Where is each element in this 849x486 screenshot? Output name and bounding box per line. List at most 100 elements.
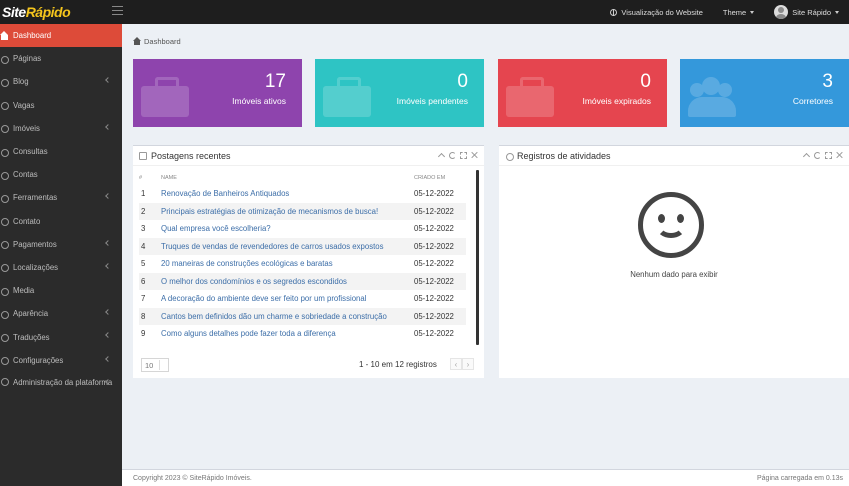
- per-page-select[interactable]: 10: [141, 358, 169, 372]
- sidebar-item-0[interactable]: Dashboard: [0, 24, 122, 48]
- prev-page-button[interactable]: ‹: [450, 358, 462, 370]
- chevron-left-icon: [105, 309, 111, 316]
- post-title-link[interactable]: Principais estratégias de otimização de …: [161, 207, 378, 216]
- sidebar-item-11[interactable]: Media: [0, 279, 122, 302]
- collapse-icon[interactable]: [438, 152, 445, 159]
- theme-dropdown[interactable]: Theme: [713, 0, 764, 24]
- gear-icon: [0, 356, 9, 366]
- sidebar-item-label: Ferramentas: [13, 193, 58, 203]
- brand-logo[interactable]: Site Rápido: [0, 0, 122, 24]
- stat-caption: Imóveis ativos: [232, 96, 286, 106]
- per-page-value: 10: [145, 360, 154, 370]
- post-title-link[interactable]: 20 maneiras de construções ecológicas e …: [161, 259, 333, 268]
- sidebar-item-4[interactable]: Imóveis: [0, 117, 122, 140]
- sidebar-item-8[interactable]: Contato: [0, 210, 122, 233]
- chevron-left-icon: [105, 332, 111, 339]
- column-header-name[interactable]: NAME: [161, 171, 414, 185]
- sidebar-item-label: Pagamentos: [13, 239, 57, 249]
- row-number: 6: [139, 272, 161, 290]
- page-info: 1 - 10 em 12 registros: [359, 360, 437, 369]
- post-title-link[interactable]: Cantos bem definidos dão um charme e sob…: [161, 312, 387, 321]
- sidebar-item-label: Imóveis: [13, 123, 40, 133]
- sidebar-item-5[interactable]: Consultas: [0, 140, 122, 163]
- sidebar-item-2[interactable]: Blog: [0, 70, 122, 93]
- collapse-icon[interactable]: [803, 152, 810, 159]
- brand-part-1: Site: [2, 4, 26, 20]
- sidebar-item-3[interactable]: Vagas: [0, 94, 122, 117]
- post-title-link[interactable]: Truques de vendas de revendedores de car…: [161, 242, 384, 251]
- globe-icon: [0, 263, 9, 273]
- panel-header: Postagens recentes: [133, 146, 484, 166]
- row-number: 2: [139, 202, 161, 220]
- stat-caption: Imóveis expirados: [582, 96, 651, 106]
- post-title-link[interactable]: Como alguns detalhes pode fazer toda a d…: [161, 329, 336, 338]
- sidebar-item-label: Traduções: [13, 332, 50, 342]
- table-row: 1 Renovação de Banheiros Antiquados 05-12-…: [139, 185, 466, 203]
- breadcrumb-current[interactable]: Dashboard: [144, 37, 181, 46]
- sidebar-item-14[interactable]: Configurações: [0, 349, 122, 372]
- sidebar-item-label: Configurações: [13, 355, 64, 365]
- post-date: 05-12-2022: [414, 307, 466, 325]
- spinner-icon: [159, 360, 167, 370]
- stat-value: 0: [640, 71, 651, 92]
- sidebar-item-10[interactable]: Localizações: [0, 256, 122, 279]
- close-icon[interactable]: [471, 152, 478, 159]
- breadcrumb: Dashboard: [133, 37, 181, 46]
- sidebar-toggle-icon[interactable]: [112, 6, 123, 15]
- user-menu[interactable]: Site Rápido: [764, 0, 849, 24]
- pagination: 10 1 - 10 em 12 registros ‹ ›: [141, 358, 476, 372]
- expand-icon[interactable]: [825, 152, 832, 159]
- refresh-icon[interactable]: [449, 152, 456, 159]
- recent-posts-panel: Postagens recentes # NAME CRIADO EM 1 Ren…: [133, 145, 484, 378]
- stat-expired-properties[interactable]: 0 Imóveis expirados: [498, 59, 667, 127]
- post-date: 05-12-2022: [414, 237, 466, 255]
- sidebar-item-label: Dashboard: [13, 31, 52, 41]
- panel-header: Registros de atividades: [499, 146, 849, 166]
- sidebar-item-6[interactable]: Contas: [0, 163, 122, 186]
- stat-pending-properties[interactable]: 0 Imóveis pendentes: [315, 59, 484, 127]
- table-row: 4 Truques de vendas de revendedores de ca…: [139, 237, 466, 255]
- stat-caption: Imóveis pendentes: [396, 96, 468, 106]
- table-scrollbar[interactable]: [476, 170, 479, 345]
- row-number: 8: [139, 307, 161, 325]
- chevron-left-icon: [105, 77, 111, 84]
- post-title-link[interactable]: A decoração do ambiente deve ser feito p…: [161, 294, 366, 303]
- smiley-icon: [638, 192, 704, 258]
- sidebar-item-12[interactable]: Aparência: [0, 302, 122, 325]
- row-number: 3: [141, 224, 146, 234]
- sidebar-item-1[interactable]: Páginas: [0, 47, 122, 70]
- column-header-number[interactable]: #: [139, 171, 161, 185]
- post-title-link[interactable]: O melhor dos condomínios e os segredos e…: [161, 277, 347, 286]
- close-icon[interactable]: [836, 152, 843, 159]
- view-website-link[interactable]: Visualização do Website: [600, 0, 712, 24]
- sidebar-item-7[interactable]: Ferramentas: [0, 186, 122, 209]
- expand-icon[interactable]: [460, 152, 467, 159]
- row-number: 5: [141, 259, 146, 269]
- sidebar-item-13[interactable]: Traduções: [0, 325, 122, 348]
- post-title-link[interactable]: Renovação de Banheiros Antiquados: [161, 189, 289, 198]
- post-date: 05-12-2022: [414, 259, 454, 269]
- wrench-icon: [0, 194, 9, 203]
- column-header-date[interactable]: CRIADO EM: [414, 171, 466, 185]
- home-icon: [0, 30, 9, 40]
- chevron-left-icon: [105, 239, 111, 246]
- post-date: 05-12-2022: [414, 294, 454, 304]
- post-title-link[interactable]: Qual empresa você escolheria?: [161, 224, 271, 233]
- sidebar-item-15[interactable]: Administração da plataforma: [0, 372, 122, 402]
- stat-agents[interactable]: 3 Corretores: [680, 59, 849, 127]
- stat-active-properties[interactable]: 17 Imóveis ativos: [133, 59, 302, 127]
- chevron-down-icon: [835, 10, 839, 14]
- posts-table: # NAME CRIADO EM 1 Renovação de Banheiros…: [139, 171, 466, 343]
- table-row: 2 Principais estratégias de otimização de…: [139, 202, 466, 220]
- next-page-button[interactable]: ›: [462, 358, 474, 370]
- sidebar-item-9[interactable]: Pagamentos: [0, 233, 122, 256]
- users-icon: [688, 77, 736, 117]
- copyright-text: Copyright 2023 © SiteRápido Imóveis.: [133, 475, 252, 482]
- row-number: 9: [141, 329, 146, 339]
- panel-tools: [438, 152, 478, 159]
- stat-value: 0: [457, 71, 468, 92]
- refresh-icon[interactable]: [814, 152, 821, 159]
- table-row: 7 A decoração do ambiente deve ser feito …: [139, 290, 466, 308]
- panel-tools: [803, 152, 843, 159]
- user-name: Site Rápido: [792, 7, 831, 17]
